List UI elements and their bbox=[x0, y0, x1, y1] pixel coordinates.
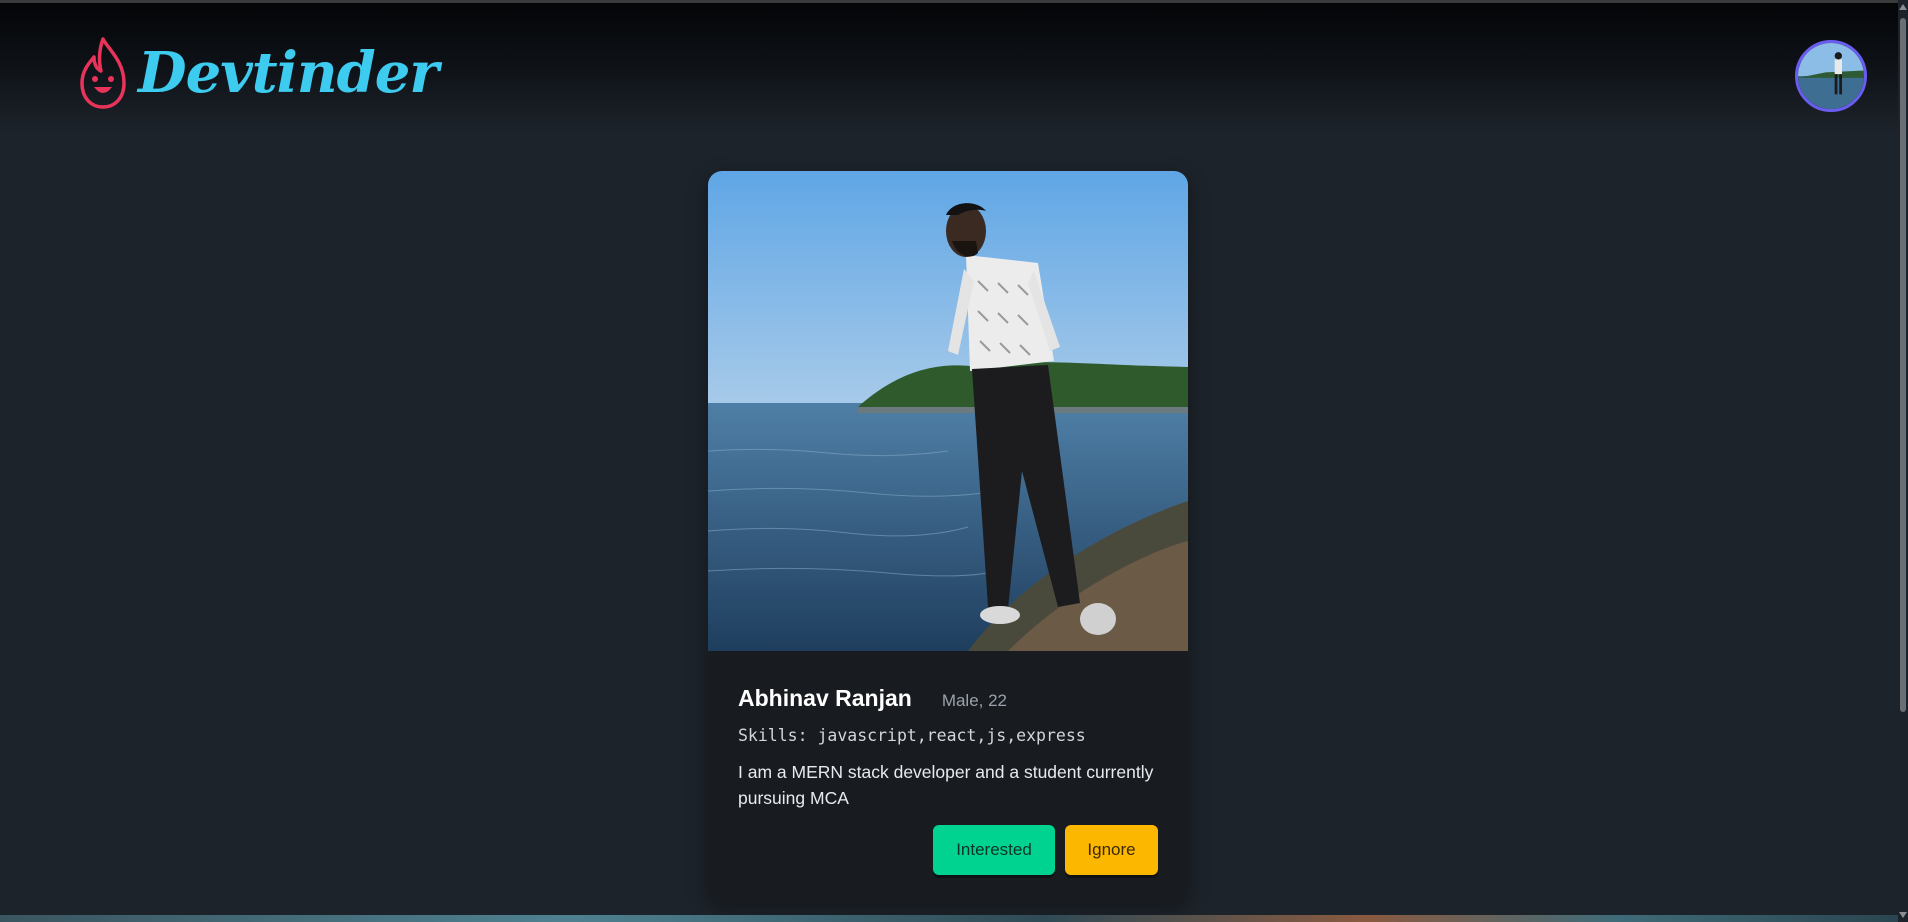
card-actions: Interested Ignore bbox=[933, 825, 1158, 875]
scroll-up-arrow-icon[interactable] bbox=[1899, 4, 1907, 10]
ignore-button[interactable]: Ignore bbox=[1065, 825, 1158, 875]
profile-card-body: Abhinav Ranjan Male, 22 Skills: javascri… bbox=[738, 685, 1168, 811]
interested-button[interactable]: Interested bbox=[933, 825, 1055, 875]
navbar: Devtinder bbox=[0, 3, 1908, 133]
taskbar-peek bbox=[0, 915, 1898, 922]
flame-face-icon bbox=[80, 37, 126, 109]
page: Devtinder Abhinav Ranjan Male, 22 Skills… bbox=[0, 0, 1908, 922]
user-avatar-button[interactable] bbox=[1795, 40, 1867, 112]
scrollbar-thumb[interactable] bbox=[1900, 18, 1906, 712]
name-row: Abhinav Ranjan Male, 22 bbox=[738, 685, 1168, 712]
scroll-down-arrow-icon[interactable] bbox=[1899, 912, 1907, 918]
profile-card: Abhinav Ranjan Male, 22 Skills: javascri… bbox=[708, 171, 1188, 903]
user-avatar-photo bbox=[1798, 43, 1864, 109]
profile-about: I am a MERN stack developer and a studen… bbox=[738, 762, 1154, 808]
logo-link[interactable]: Devtinder bbox=[78, 33, 439, 113]
profile-skills: Skills: javascript,react,js,express bbox=[738, 726, 1086, 745]
profile-photo-image bbox=[708, 171, 1188, 651]
profile-name: Abhinav Ranjan bbox=[738, 685, 912, 711]
profile-gender-age: Male, 22 bbox=[941, 691, 1008, 710]
logo-text: Devtinder bbox=[138, 40, 439, 106]
profile-photo bbox=[708, 171, 1188, 651]
page-scrollbar[interactable] bbox=[1898, 0, 1908, 922]
